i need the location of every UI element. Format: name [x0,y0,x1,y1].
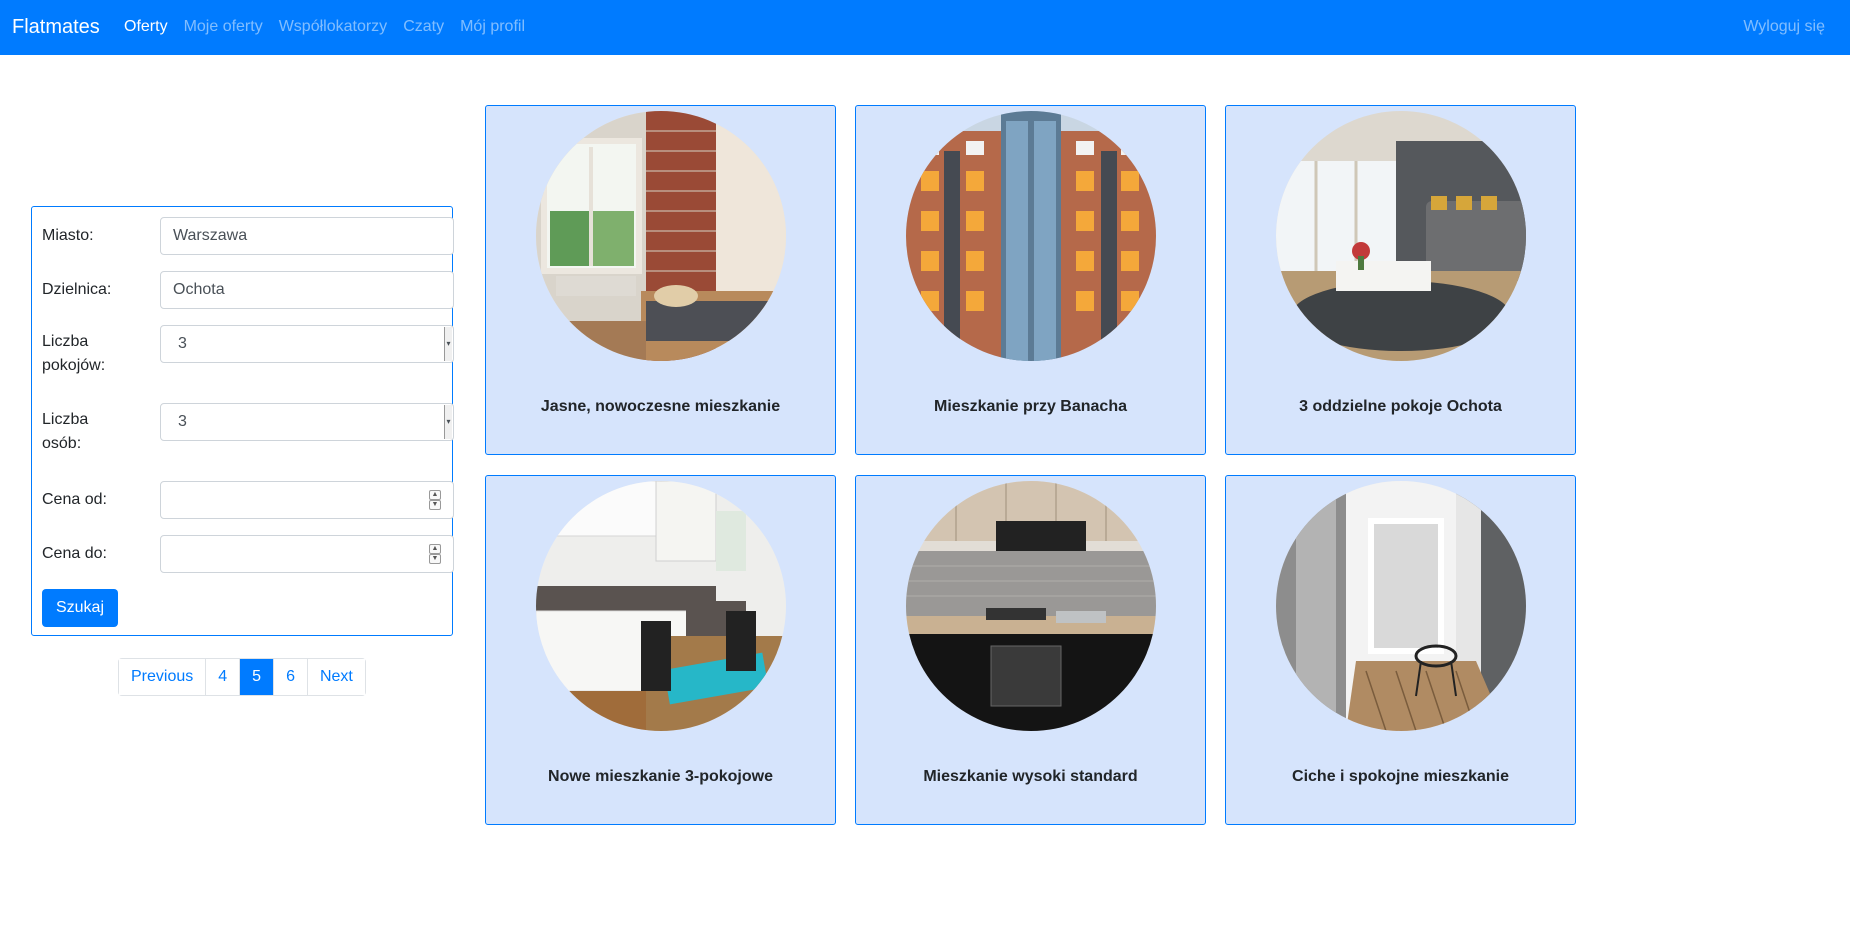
pagination: Previous 4 5 6 Next [118,658,366,696]
offer-title[interactable]: Mieszkanie wysoki standard [856,768,1205,786]
nav-link-czaty[interactable]: Czaty [403,17,444,37]
spin-down-icon[interactable]: ▼ [429,554,441,564]
building-photo-icon[interactable] [906,111,1156,361]
chevron-down-icon: ▾ [444,405,452,439]
offer-card[interactable]: Jasne, nowoczesne mieszkanie [485,105,836,455]
spin-up-icon[interactable]: ▲ [429,490,441,500]
bedroom-photo-icon[interactable] [536,111,786,361]
offer-title[interactable]: Nowe mieszkanie 3-pokojowe [486,768,835,786]
pagination-previous[interactable]: Previous [119,659,207,695]
offer-title[interactable]: Mieszkanie przy Banacha [856,398,1205,416]
pagination-page-4[interactable]: 4 [206,659,241,695]
spin-up-icon[interactable]: ▲ [429,544,441,554]
rooms-row: Liczba pokojów: 3 ▾ [42,325,454,385]
city-label: Miasto: [42,227,94,244]
spin-down-icon[interactable]: ▼ [429,500,441,510]
people-row: Liczba osób: 3 ▾ [42,403,454,463]
price-from-row: Cena od: ▲ ▼ [42,481,454,519]
search-button[interactable]: Szukaj [42,589,118,627]
nav-link-wspollokatorzy[interactable]: Współlokatorzy [279,17,387,37]
top-navbar: Flatmates Oferty Moje oferty Współlokato… [0,0,1850,55]
offer-card[interactable]: Ciche i spokojne mieszkanie [1225,475,1576,825]
people-select-value: 3 [178,413,187,430]
nav-link-moje-oferty[interactable]: Moje oferty [184,17,263,37]
rooms-select[interactable]: 3 ▾ [160,325,454,363]
district-row: Dzielnica: Ochota [42,271,454,309]
kitchen-photo-icon[interactable] [536,481,786,731]
rooms-select-value: 3 [178,335,187,352]
number-spinner[interactable]: ▲ ▼ [429,490,441,510]
rooms-label: Liczba pokojów: [42,333,106,374]
pagination-next[interactable]: Next [307,659,365,695]
price-from-input[interactable]: ▲ ▼ [160,481,454,519]
offer-card[interactable]: Nowe mieszkanie 3-pokojowe [485,475,836,825]
city-row: Miasto: Warszawa [42,217,454,255]
brand-logo[interactable]: Flatmates [12,14,100,40]
offer-title[interactable]: Jasne, nowoczesne mieszkanie [486,398,835,416]
district-label: Dzielnica: [42,281,112,298]
price-to-label: Cena do: [42,545,107,562]
pagination-page-6[interactable]: 6 [274,659,308,695]
price-from-label: Cena od: [42,491,107,508]
district-input[interactable]: Ochota [160,271,454,309]
price-to-row: Cena do: ▲ ▼ [42,535,454,573]
hallway-photo-icon[interactable] [1276,481,1526,731]
people-select[interactable]: 3 ▾ [160,403,454,441]
nav-link-moj-profil[interactable]: Mój profil [460,17,525,37]
search-form: Miasto: Warszawa Dzielnica: Ochota Liczb… [31,206,454,636]
pagination-page-5[interactable]: 5 [240,659,275,695]
city-input[interactable]: Warszawa [160,217,454,255]
people-label: Liczba osób: [42,411,89,452]
price-to-input[interactable]: ▲ ▼ [160,535,454,573]
offer-card[interactable]: 3 oddzielne pokoje Ochota [1225,105,1576,455]
offer-card[interactable]: Mieszkanie wysoki standard [855,475,1206,825]
offer-title[interactable]: 3 oddzielne pokoje Ochota [1226,398,1575,416]
chevron-down-icon: ▾ [444,327,452,361]
nav-link-oferty[interactable]: Oferty [124,17,168,37]
kitchen-photo-icon[interactable] [906,481,1156,731]
number-spinner[interactable]: ▲ ▼ [429,544,441,564]
nav-links: Oferty Moje oferty Współlokatorzy Czaty … [124,17,541,37]
offer-card[interactable]: Mieszkanie przy Banacha [855,105,1206,455]
living-room-photo-icon[interactable] [1276,111,1526,361]
offer-title[interactable]: Ciche i spokojne mieszkanie [1226,768,1575,786]
logout-link[interactable]: Wyloguj się [1743,17,1825,37]
